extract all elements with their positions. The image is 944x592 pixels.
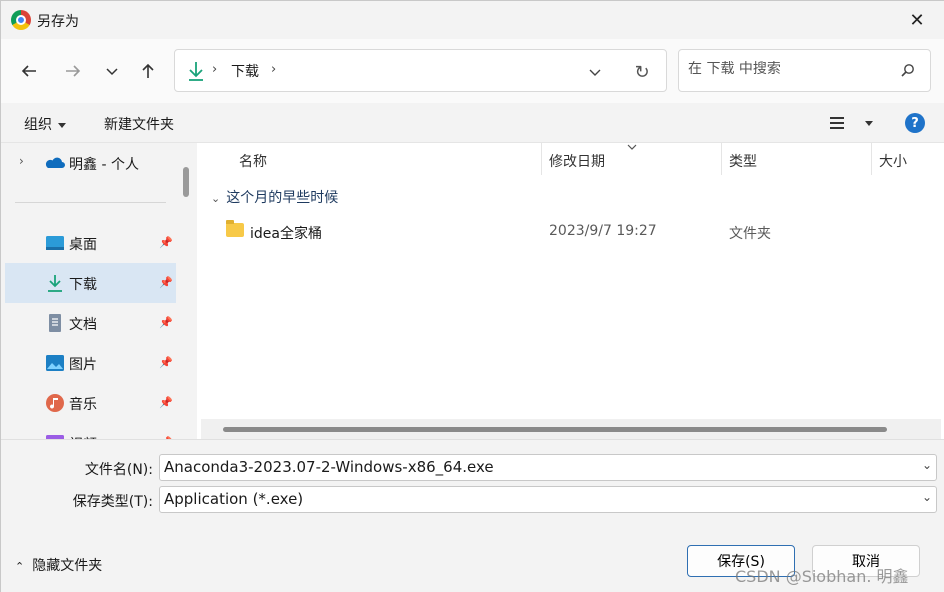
column-divider[interactable] bbox=[541, 143, 542, 175]
close-icon: ✕ bbox=[909, 9, 925, 31]
hide-folders-toggle[interactable]: ⌃ 隐藏文件夹 bbox=[15, 555, 102, 575]
save-as-dialog: 另存为 ✕ › 下载 › ↻ 在 下载 中搜索 组织 新建文件夹 ? › 明鑫 … bbox=[0, 0, 944, 592]
collapse-chevron-icon[interactable]: ⌄ bbox=[211, 192, 220, 205]
filename-label: 文件名(N): bbox=[84, 462, 153, 478]
chevron-down-icon bbox=[106, 68, 118, 76]
music-icon bbox=[46, 394, 64, 412]
filetype-label: 保存类型(T): bbox=[72, 494, 153, 510]
document-icon bbox=[49, 314, 61, 332]
sidebar-item-label: 明鑫 - 个人 bbox=[69, 157, 139, 173]
download-icon bbox=[189, 62, 203, 81]
folder-icon bbox=[226, 220, 244, 237]
address-history-button[interactable] bbox=[583, 60, 607, 84]
watermark: CSDN @Siobhan. 明鑫 bbox=[735, 567, 909, 586]
organize-label: 组织 bbox=[24, 117, 52, 133]
pin-icon[interactable]: 📌 bbox=[159, 276, 173, 289]
filename-input[interactable] bbox=[164, 458, 904, 476]
search-box[interactable] bbox=[678, 49, 931, 92]
filetype-value[interactable] bbox=[164, 490, 904, 508]
caret-down-icon bbox=[58, 122, 66, 128]
sidebar-item-onedrive[interactable]: › 明鑫 - 个人 bbox=[1, 143, 172, 183]
pin-icon[interactable]: 📌 bbox=[159, 356, 173, 369]
hide-folders-label: 隐藏文件夹 bbox=[32, 558, 103, 574]
dialog-footer: ⌃ 隐藏文件夹 保存(S) 取消 CSDN @Siobhan. 明鑫 bbox=[1, 521, 944, 592]
chrome-icon bbox=[11, 10, 31, 30]
sort-caret-icon bbox=[627, 144, 637, 150]
filetype-select[interactable]: ⌄ bbox=[159, 486, 937, 513]
chevron-down-icon[interactable]: ⌄ bbox=[922, 458, 932, 472]
forward-button[interactable] bbox=[61, 59, 85, 83]
sidebar-item-downloads[interactable]: 下载 📌 bbox=[5, 263, 176, 303]
horizontal-scrollbar[interactable] bbox=[201, 419, 941, 439]
search-input[interactable] bbox=[688, 61, 888, 77]
sidebar-item-label: 图片 bbox=[69, 357, 97, 373]
expand-chevron-icon[interactable]: › bbox=[19, 154, 24, 168]
window-title: 另存为 bbox=[37, 14, 79, 30]
sidebar-item-pictures[interactable]: 图片 📌 bbox=[5, 343, 176, 383]
onedrive-cloud-icon bbox=[45, 157, 65, 168]
filename-field[interactable]: ⌄ bbox=[159, 454, 937, 481]
save-form: 文件名(N): ⌄ 保存类型(T): ⌄ bbox=[1, 439, 944, 521]
sidebar-scrollbar[interactable] bbox=[183, 167, 189, 197]
search-icon bbox=[901, 64, 914, 77]
group-title: 这个月的早些时候 bbox=[226, 190, 339, 206]
navigation-pane: › 明鑫 - 个人 桌面 📌 下载 📌 文档 📌 图片 📌 音乐 📌 bbox=[1, 143, 197, 439]
pin-icon[interactable]: 📌 bbox=[159, 316, 173, 329]
pin-icon[interactable]: 📌 bbox=[159, 396, 173, 409]
up-button[interactable] bbox=[136, 59, 160, 83]
up-arrow-icon bbox=[142, 63, 154, 78]
new-folder-button[interactable]: 新建文件夹 bbox=[104, 114, 174, 134]
item-name: idea全家桶 bbox=[250, 226, 322, 242]
column-divider[interactable] bbox=[721, 143, 722, 175]
help-icon[interactable]: ? bbox=[905, 113, 925, 133]
refresh-icon: ↻ bbox=[634, 61, 650, 83]
organize-menu[interactable]: 组织 bbox=[24, 114, 66, 134]
sidebar-item-music[interactable]: 音乐 📌 bbox=[5, 383, 176, 423]
breadcrumb-separator: › bbox=[212, 62, 218, 77]
sidebar-item-label: 下载 bbox=[69, 277, 97, 293]
sidebar-item-desktop[interactable]: 桌面 📌 bbox=[5, 223, 176, 263]
command-bar: 组织 新建文件夹 ? bbox=[1, 103, 944, 143]
close-button[interactable]: ✕ bbox=[897, 5, 937, 35]
list-view-icon[interactable] bbox=[830, 117, 844, 129]
address-bar[interactable]: › 下载 › ↻ bbox=[174, 49, 667, 92]
item-type: 文件夹 bbox=[729, 226, 771, 242]
desktop-icon bbox=[46, 236, 64, 250]
download-icon bbox=[48, 275, 62, 292]
sidebar-item-label: 文档 bbox=[69, 317, 97, 333]
pictures-icon bbox=[46, 355, 64, 371]
back-button[interactable] bbox=[17, 59, 41, 83]
back-arrow-icon bbox=[21, 65, 36, 77]
sidebar-item-videos[interactable]: 视频 📌 bbox=[5, 423, 176, 439]
column-header-size[interactable]: 大小 bbox=[879, 143, 907, 175]
forward-arrow-icon bbox=[66, 65, 81, 77]
sidebar-divider bbox=[15, 202, 166, 203]
scrollbar-thumb[interactable] bbox=[223, 427, 887, 432]
breadcrumb-separator[interactable]: › bbox=[271, 62, 276, 77]
column-divider[interactable] bbox=[871, 143, 872, 175]
view-options-caret-icon[interactable] bbox=[865, 121, 873, 126]
breadcrumb-downloads[interactable]: 下载 bbox=[231, 61, 259, 81]
recent-locations-button[interactable] bbox=[100, 59, 124, 83]
refresh-button[interactable]: ↻ bbox=[629, 59, 655, 85]
column-header-name[interactable]: 名称 bbox=[239, 143, 267, 175]
chevron-down-icon[interactable]: ⌄ bbox=[922, 490, 932, 504]
pin-icon[interactable]: 📌 bbox=[159, 236, 173, 249]
sidebar-item-label: 音乐 bbox=[69, 397, 97, 413]
chevron-down-icon bbox=[589, 69, 601, 76]
column-header-type[interactable]: 类型 bbox=[729, 143, 757, 175]
column-header-date[interactable]: 修改日期 bbox=[549, 143, 605, 175]
group-header[interactable]: ⌄ 这个月的早些时候 bbox=[211, 187, 338, 207]
file-list: 名称 修改日期 类型 大小 ⌄ 这个月的早些时候 idea全家桶 2023/9/7… bbox=[197, 143, 944, 439]
sidebar-item-documents[interactable]: 文档 📌 bbox=[5, 303, 176, 343]
title-bar: 另存为 ✕ bbox=[1, 1, 944, 39]
sidebar-item-label: 桌面 bbox=[69, 237, 97, 253]
navigation-bar: › 下载 › ↻ bbox=[1, 39, 944, 103]
chevron-up-icon: ⌃ bbox=[15, 560, 25, 573]
list-item[interactable]: idea全家桶 2023/9/7 19:27 文件夹 bbox=[197, 217, 944, 247]
item-date: 2023/9/7 19:27 bbox=[549, 223, 657, 239]
